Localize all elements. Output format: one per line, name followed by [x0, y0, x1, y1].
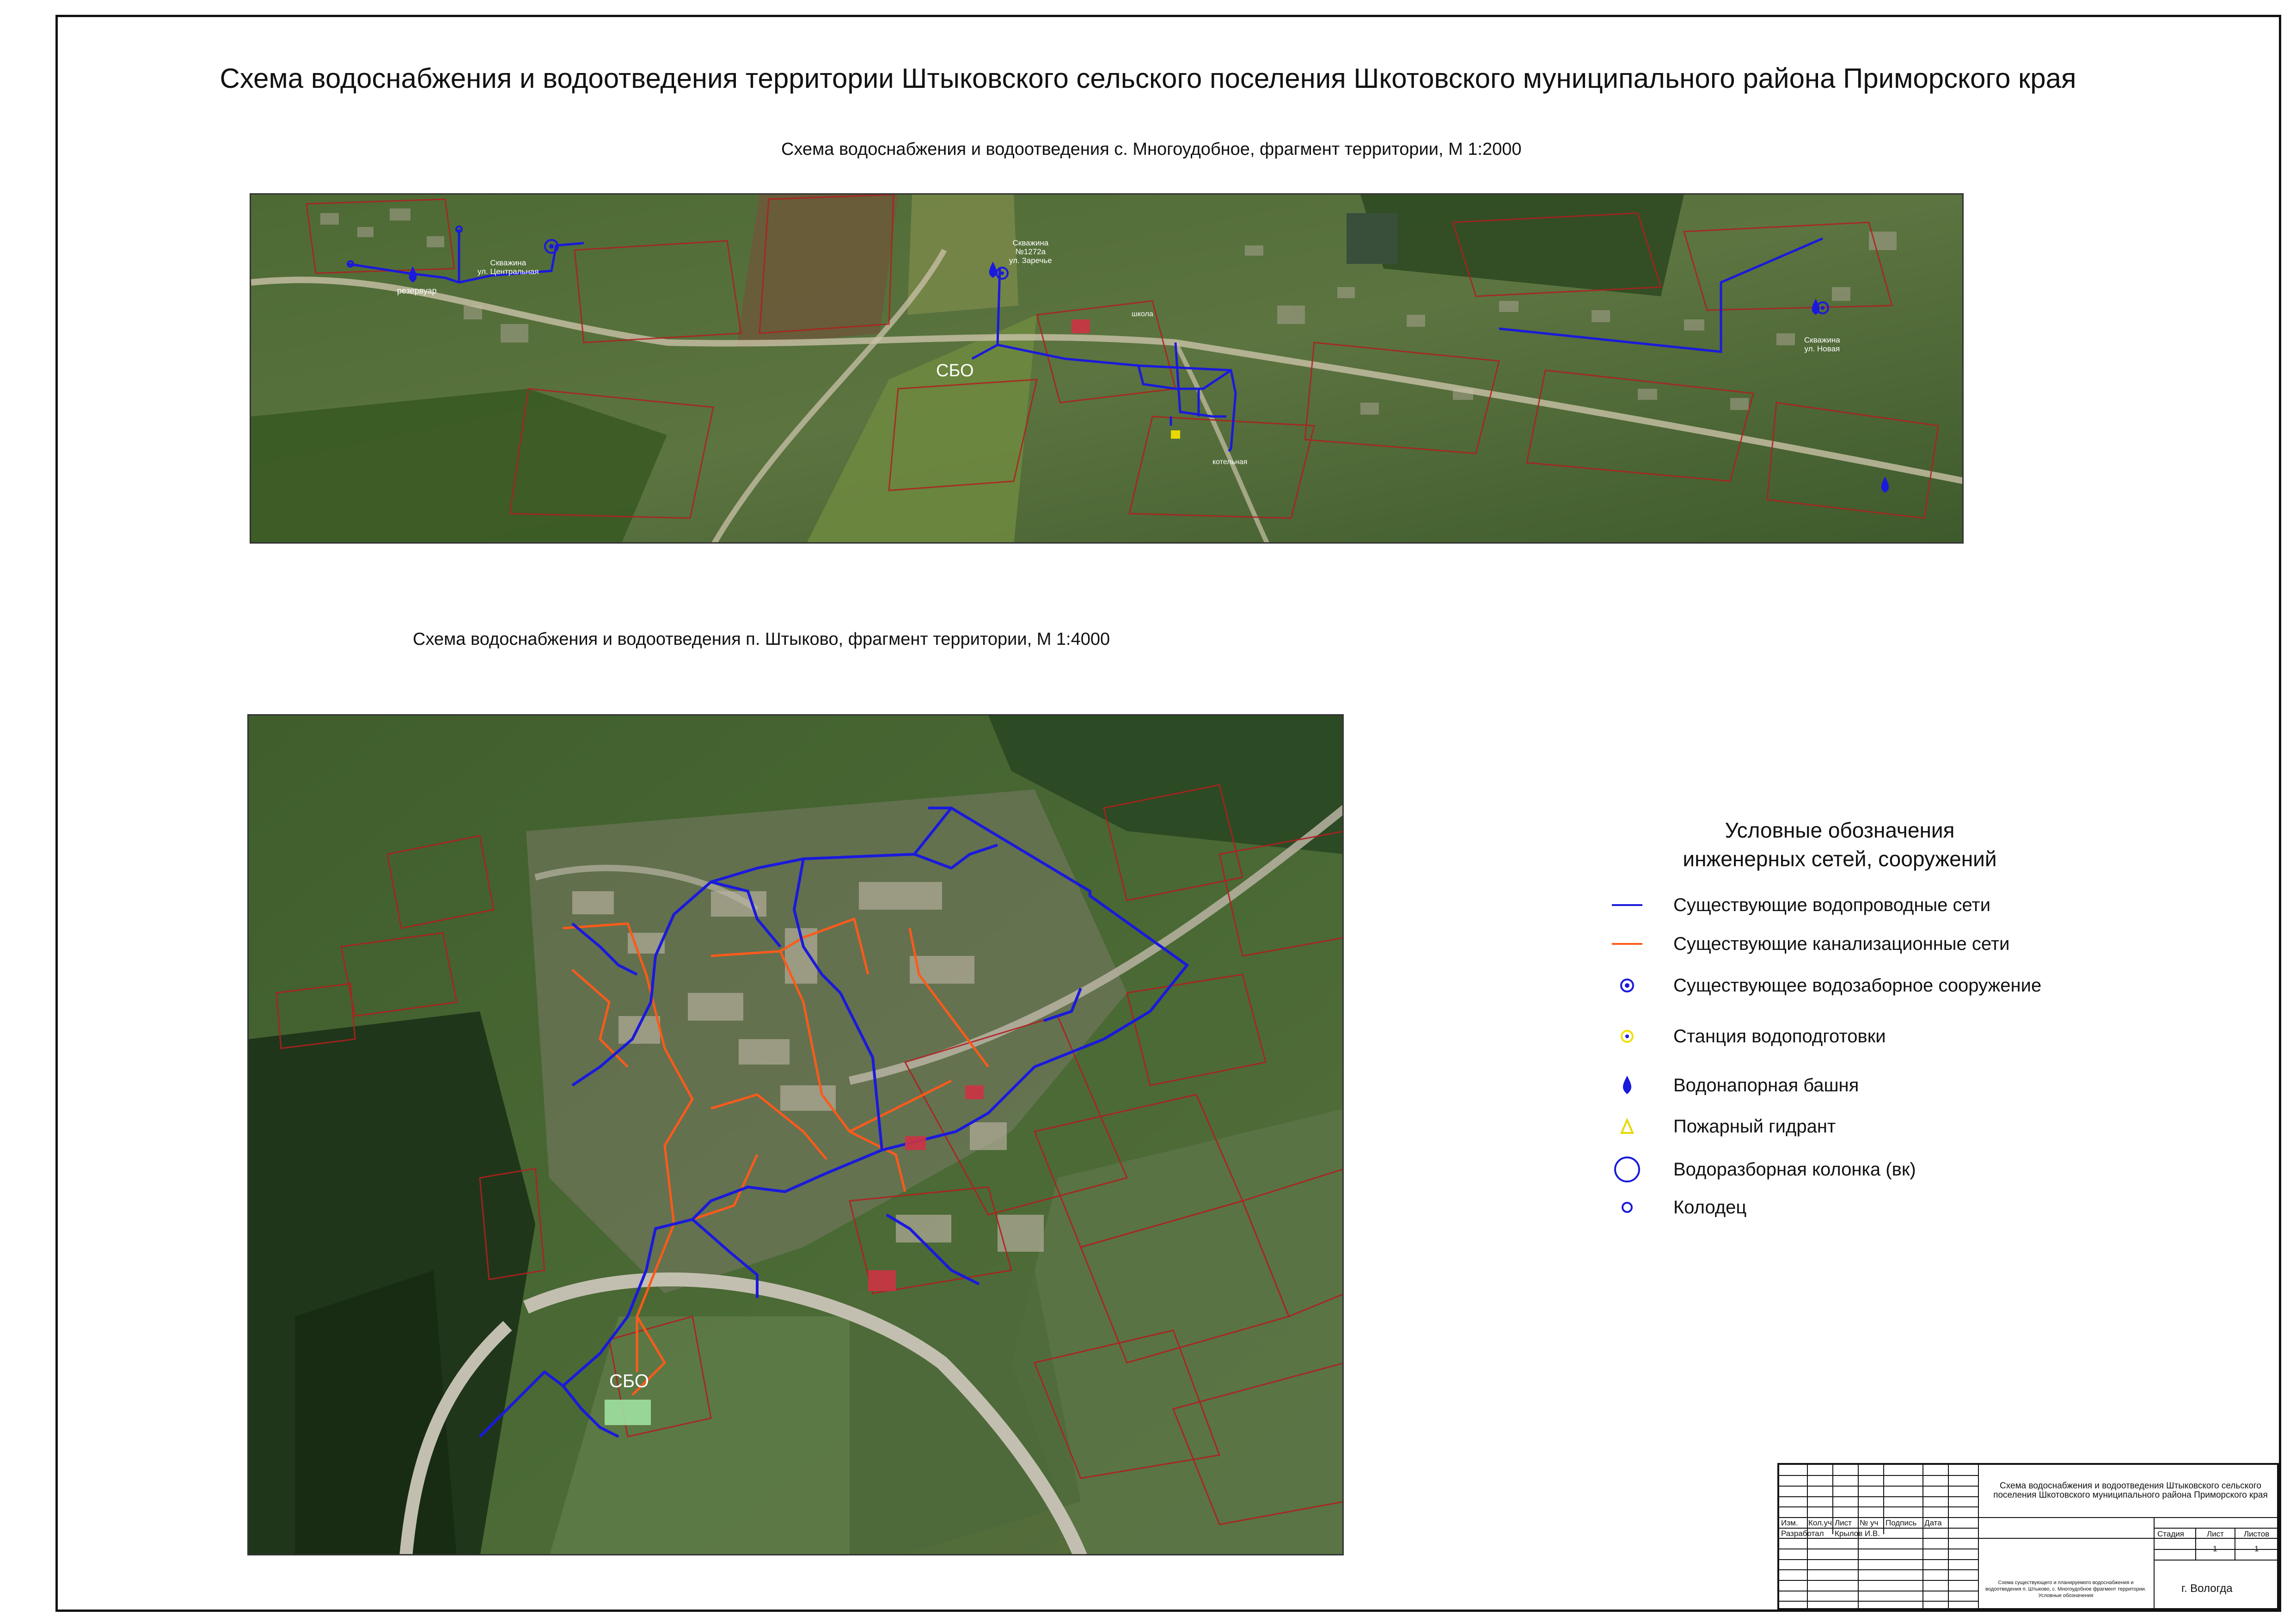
map-shtykovo[interactable]: СБО [247, 714, 1344, 1555]
stamp-header-date: Дата [1924, 1518, 1942, 1527]
treatment-station-icon [1609, 1022, 1646, 1050]
stamp-header-izm: Изм. [1781, 1518, 1798, 1527]
school-label: школа [1132, 310, 1153, 318]
blue-line-icon [1609, 891, 1646, 919]
legend-label-sewer-network: Существующие канализационные сети [1673, 933, 2010, 954]
well-new-label-line2: ул. Новая [1804, 344, 1840, 353]
legend-item-water-intake: Существующее водозаборное сооружение [1609, 972, 2041, 999]
well-new-label: Скважина ул. Новая [1804, 336, 1840, 353]
map1-caption: Схема водоснабжения и водоотведения с. М… [781, 140, 1522, 159]
stamp-sheets-label: Листов [2244, 1530, 2270, 1538]
legend-label-treatment-station: Станция водоподготовки [1673, 1026, 1886, 1047]
well-zarechye-label-line3: ул. Заречье [1009, 256, 1052, 265]
map-mnogoudobnoe[interactable]: резервуар Скважина ул. Центральная Скваж… [250, 193, 1964, 544]
stamp-header-list: Лист [1835, 1518, 1852, 1527]
well-zarechye-label: Скважина №1272а ул. Заречье [1009, 239, 1052, 265]
title-block: Изм. Кол.уч Лист № уч Подпись Дата Разра… [1777, 1463, 2281, 1610]
stamp-sheet-label: Лист [2207, 1530, 2224, 1538]
stamp-project-title: Схема водоснабжения и водоотведения Штык… [1993, 1481, 2268, 1500]
legend-title-line1: Условные обозначения [1725, 818, 1955, 842]
water-tower-icon [1609, 1071, 1646, 1099]
legend-label-fire-hydrant: Пожарный гидрант [1673, 1116, 1836, 1137]
legend-item-well: Колодец [1609, 1194, 1746, 1221]
reservoir-label: резервуар [397, 286, 437, 295]
legend-label-water-intake: Существующее водозаборное сооружение [1673, 975, 2042, 996]
stamp-stage-label: Стадия [2157, 1530, 2184, 1538]
legend-label-well: Колодец [1673, 1197, 1747, 1218]
stamp-developer-name: Крылов И.В. [1835, 1529, 1880, 1538]
stamp-sheets-value: 1 [2254, 1544, 2259, 1553]
map2-caption: Схема водоснабжения и водоотведения п. Ш… [413, 630, 1110, 649]
stamp-sheet-description: Схема существующего и планируемого водос… [1985, 1580, 2146, 1598]
legend-label-water-tower: Водонапорная башня [1673, 1075, 1859, 1096]
boiler-label: котельная [1212, 458, 1248, 466]
well-central-label: Скважина ул. Центральная [478, 258, 539, 276]
legend-item-water-network: Существующие водопроводные сети [1609, 891, 1990, 919]
well-zarechye-label-line1: Скважина [1012, 239, 1049, 247]
well-central-label-line1: Скважина [490, 258, 527, 267]
stamp-sheet-value: 1 [2213, 1544, 2217, 1553]
well-icon [1609, 1194, 1646, 1221]
fire-hydrant-icon [1609, 1113, 1646, 1140]
legend-item-standpipe: Водоразборная колонка (вк) [1609, 1156, 1916, 1183]
well-new-label-line1: Скважина [1804, 336, 1840, 344]
sbo-label-map1: СБО [936, 361, 974, 380]
stamp-header-sign: Подпись [1886, 1518, 1917, 1527]
legend-item-fire-hydrant: Пожарный гидрант [1609, 1113, 1836, 1140]
legend-label-water-network: Существующие водопроводные сети [1673, 894, 1991, 915]
stamp-developed-label: Разработал [1781, 1529, 1824, 1538]
stamp-city: г. Вологда [2181, 1582, 2233, 1595]
orange-line-icon [1609, 930, 1646, 958]
stamp-header-kol: Кол.уч [1808, 1518, 1832, 1527]
legend-item-water-tower: Водонапорная башня [1609, 1071, 1859, 1099]
stamp-header-num: № уч [1860, 1518, 1879, 1527]
sbo-label-map2: СБО [609, 1371, 649, 1391]
legend-label-standpipe: Водоразборная колонка (вк) [1673, 1159, 1916, 1180]
standpipe-icon [1609, 1156, 1646, 1183]
well-zarechye-label-line2: №1272а [1015, 247, 1046, 256]
legend-title: Условные обозначения инженерных сетей, с… [1562, 816, 2117, 873]
water-intake-icon [1609, 972, 1646, 999]
page-title: Схема водоснабжения и водоотведения терр… [220, 63, 2076, 94]
legend-item-sewer-network: Существующие канализационные сети [1609, 930, 2010, 958]
legend-item-treatment-station: Станция водоподготовки [1609, 1022, 1886, 1050]
legend-title-line2: инженерных сетей, сооружений [1683, 847, 1997, 871]
well-central-label-line2: ул. Центральная [478, 267, 539, 276]
